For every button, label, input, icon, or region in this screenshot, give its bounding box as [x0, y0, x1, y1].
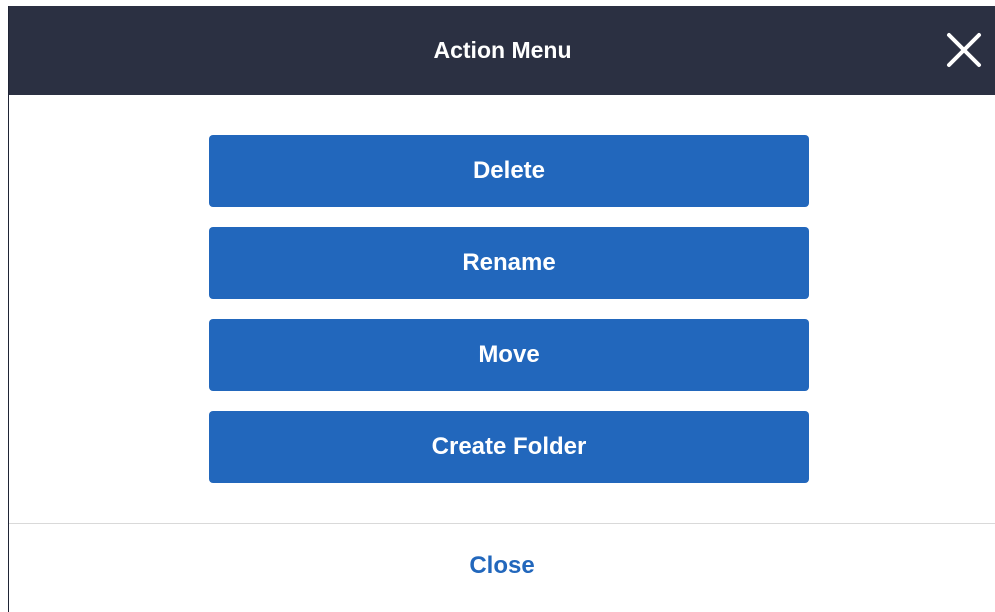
create-folder-button[interactable]: Create Folder — [209, 411, 809, 483]
delete-button[interactable]: Delete — [209, 135, 809, 207]
footer-divider — [9, 523, 995, 524]
close-icon[interactable] — [944, 30, 984, 70]
close-button[interactable]: Close — [9, 552, 995, 580]
move-button[interactable]: Move — [209, 319, 809, 391]
dialog-header: Action Menu — [9, 6, 995, 95]
action-list: Delete Rename Move Create Folder — [209, 135, 809, 503]
action-menu-dialog: Action Menu Delete Rename Move Create Fo… — [8, 6, 995, 612]
rename-button[interactable]: Rename — [209, 227, 809, 299]
dialog-title: Action Menu — [433, 37, 572, 63]
